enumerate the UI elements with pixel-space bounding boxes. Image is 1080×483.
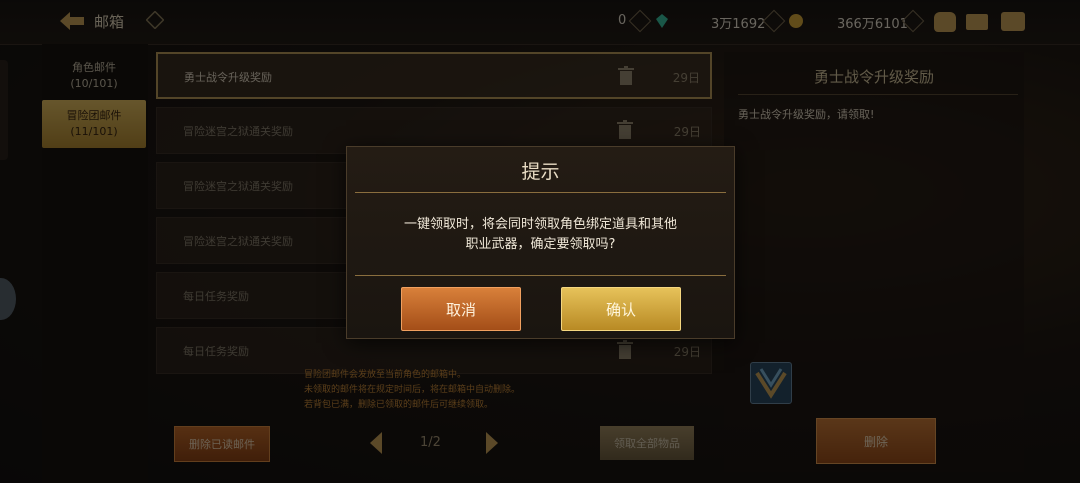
confirm-dialog: 提示 一键领取时，将会同时领取角色绑定道具和其他 职业武器，确定要领取吗? 取消… <box>346 146 735 339</box>
mail-title: 勇士战令升级奖励 <box>184 71 272 84</box>
tab-count: (11/101) <box>70 125 118 138</box>
tab-label: 冒险团邮件 <box>66 109 122 122</box>
mail-expiry: 29日 <box>673 345 701 359</box>
coin-icon <box>789 14 803 28</box>
page-indicator: 1/2 <box>420 435 441 450</box>
moon-currency-icon <box>523 14 530 28</box>
chat-icon[interactable] <box>1001 12 1025 31</box>
note-line: 未领取的邮件将在规定时间后，将在邮箱中自动删除。 <box>304 385 521 395</box>
help-icon[interactable] <box>146 11 164 29</box>
mail-title: 每日任务奖励 <box>183 345 249 358</box>
tab-label: 角色邮件 <box>72 61 116 74</box>
gem-icon <box>656 14 668 28</box>
top-bar: 邮箱 0 3万1692 366万6101 <box>0 0 1080 45</box>
delete-mail-button[interactable]: 删除 <box>816 418 936 464</box>
page-title: 邮箱 <box>94 13 125 31</box>
side-handle[interactable] <box>0 60 8 160</box>
mail-title: 冒险迷宫之狱通关奖励 <box>183 235 293 248</box>
mail-title: 每日任务奖励 <box>183 290 249 303</box>
mail-detail-panel: 勇士战令升级奖励 勇士战令升级奖励，请领取! 删除 <box>724 52 1024 472</box>
claim-all-button[interactable]: 领取全部物品 <box>600 426 694 460</box>
add-gem-icon[interactable] <box>762 9 786 33</box>
dialog-message-line: 一键领取时，将会同时领取角色绑定道具和其他 <box>403 217 677 232</box>
gem-amount: 3万1692 <box>711 17 766 32</box>
mail-title: 冒险迷宫之狱通关奖励 <box>183 125 293 138</box>
dialog-title: 提示 <box>521 161 560 183</box>
emblem-icon <box>755 368 787 399</box>
cancel-button[interactable]: 取消 <box>401 287 521 331</box>
mail-title: 冒险迷宫之狱通关奖励 <box>183 180 293 193</box>
tab-adventure-mail[interactable]: 冒险团邮件 (11/101) <box>42 100 146 148</box>
trash-icon[interactable] <box>618 66 634 86</box>
divider <box>738 94 1018 95</box>
detail-title: 勇士战令升级奖励 <box>813 68 934 86</box>
trash-icon[interactable] <box>617 340 633 360</box>
mail-expiry: 29日 <box>672 71 700 85</box>
note-line: 若背包已满，删除已领取的邮件后可继续领取。 <box>304 400 494 410</box>
reward-item-icon[interactable] <box>750 362 792 404</box>
detail-body: 勇士战令升级奖励，请领取! <box>738 108 875 121</box>
delete-read-button[interactable]: 删除已读邮件 <box>174 426 270 462</box>
side-orb-icon[interactable] <box>0 278 16 320</box>
trash-icon[interactable] <box>617 120 633 140</box>
mail-expiry: 29日 <box>673 125 701 139</box>
divider <box>355 192 726 193</box>
next-page-icon[interactable] <box>486 432 498 454</box>
back-arrow-icon[interactable] <box>58 10 86 32</box>
coin-amount: 366万6101 <box>837 17 908 32</box>
mail-list-item[interactable]: 勇士战令升级奖励 29日 <box>156 52 712 99</box>
dialog-message-line: 职业武器，确定要领取吗? <box>465 237 616 252</box>
mail-notes: 冒险团邮件会发放至当前角色的邮箱中。 未领取的邮件将在规定时间后，将在邮箱中自动… <box>304 368 520 413</box>
mail-icon[interactable] <box>966 14 988 30</box>
tab-character-mail[interactable]: 角色邮件 (10/101) <box>42 52 146 100</box>
tab-count: (10/101) <box>70 77 118 90</box>
gold-amount: 0 <box>618 13 627 28</box>
divider <box>355 275 726 276</box>
add-gold-icon[interactable] <box>628 9 652 33</box>
note-line: 冒险团邮件会发放至当前角色的邮箱中。 <box>304 370 467 380</box>
bag-icon[interactable] <box>934 12 956 32</box>
confirm-button[interactable]: 确认 <box>561 287 681 331</box>
dialog-message: 一键领取时，将会同时领取角色绑定道具和其他 职业武器，确定要领取吗? <box>377 215 704 255</box>
prev-page-icon[interactable] <box>370 432 382 454</box>
